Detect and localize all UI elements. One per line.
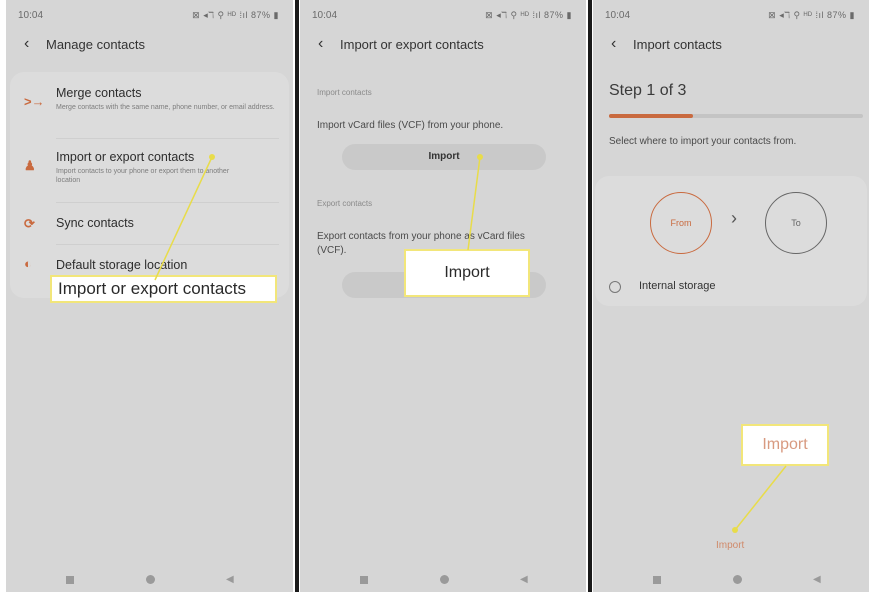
sync-icon: ⟳ [24,216,35,231]
to-label: To [791,218,801,228]
status-icons: ⊠ ◂ℸ ⚲ ᴴᴰ ⁞ıl 87% ▮ [485,10,572,20]
app-header: ‹ Import or export contacts [300,34,586,56]
status-bar: 10:04 ⊠ ◂ℸ ⚲ ᴴᴰ ⁞ıl 87% ▮ [300,9,586,23]
progress-track [609,114,863,118]
page-title: Import or export contacts [340,37,484,52]
import-section-label: Import contacts [317,88,372,97]
chevron-right-icon: › [731,208,737,228]
callout-import-bottom: Import [741,424,829,466]
instruction-text: Select where to import your contacts fro… [609,136,797,147]
merge-contacts-item[interactable]: >→ Merge contacts Merge contacts with th… [10,82,289,138]
status-time: 10:04 [18,10,44,21]
storage-icon: ◐ [24,256,32,271]
import-description: Import vCard files (VCF) from your phone… [317,120,504,131]
merge-contacts-title: Merge contacts [56,86,142,100]
battery-level: 87% [251,10,271,20]
person-transfer-icon: ♟ [24,158,36,173]
home-icon[interactable] [146,575,155,584]
import-button[interactable]: Import [342,144,546,170]
merge-contacts-subtitle: Merge contacts with the same name, phone… [56,104,275,111]
status-bar: 10:04 ⊠ ◂ℸ ⚲ ᴴᴰ ⁞ıl 87% ▮ [593,9,869,23]
divider [56,138,279,139]
status-icons: ⊠ ◂ℸ ⚲ ᴴᴰ ⁞ıl 87% ▮ [768,10,855,20]
from-circle: From [650,192,712,254]
back-arrow-icon[interactable]: ‹ [24,34,29,54]
status-icons: ⊠ ◂ℸ ⚲ ᴴᴰ ⁞ıl 87% ▮ [192,10,279,20]
import-export-contacts-item[interactable]: ♟ Import or export contacts Import conta… [10,146,289,204]
status-icon-glyphs: ⊠ ◂ℸ ⚲ ᴴᴰ ⁞ıl [485,10,542,20]
recent-apps-icon[interactable] [360,576,368,584]
back-arrow-icon[interactable]: ‹ [318,34,323,54]
callout-import: Import [404,249,530,297]
sync-contacts-title: Sync contacts [56,216,134,230]
import-export-title: Import or export contacts [56,150,195,164]
import-export-screen: 10:04 ⊠ ◂ℸ ⚲ ᴴᴰ ⁞ıl 87% ▮ ‹ Import or ex… [300,0,586,592]
page-title: Import contacts [633,37,722,52]
radio-button[interactable] [609,281,621,293]
from-label: From [670,218,692,228]
internal-storage-option[interactable]: Internal storage [609,280,829,296]
app-header: ‹ Import contacts [593,34,869,56]
callout-import-bottom-text: Import [762,436,808,453]
callout-import-export-text: Import or export contacts [58,279,247,298]
nav-bar: ◀ [300,574,586,586]
merge-icon: >→ [24,94,45,109]
divider [56,202,279,203]
back-nav-icon[interactable]: ◀ [520,574,528,586]
nav-bar: ◀ [6,574,293,586]
internal-storage-label: Internal storage [639,280,716,292]
panel-divider [588,0,592,592]
back-nav-icon[interactable]: ◀ [813,574,821,586]
recent-apps-icon[interactable] [66,576,74,584]
status-icon-glyphs: ⊠ ◂ℸ ⚲ ᴴᴰ ⁞ıl [192,10,249,20]
manage-contacts-screen: 10:04 ⊠ ◂ℸ ⚲ ᴴᴰ ⁞ıl 87% ▮ ‹ Manage conta… [6,0,293,592]
back-arrow-icon[interactable]: ‹ [611,34,616,54]
nav-bar: ◀ [593,574,869,586]
sync-contacts-item[interactable]: ⟳ Sync contacts [10,210,289,246]
divider [56,244,279,245]
back-nav-icon[interactable]: ◀ [226,574,234,586]
callout-import-export: Import or export contacts [50,275,277,303]
home-icon[interactable] [733,575,742,584]
import-contacts-screen: 10:04 ⊠ ◂ℸ ⚲ ᴴᴰ ⁞ıl 87% ▮ ‹ Import conta… [593,0,869,592]
import-export-subtitle: Import contacts to your phone or export … [56,168,230,184]
to-circle: To [765,192,827,254]
default-storage-title: Default storage location [56,258,188,272]
status-time: 10:04 [605,10,631,21]
app-header: ‹ Manage contacts [6,34,293,56]
step-indicator: Step 1 of 3 [609,82,687,99]
import-bottom-button[interactable]: Import [716,540,744,551]
panel-divider [295,0,299,592]
callout-import-text: Import [444,264,490,281]
page-title: Manage contacts [46,37,146,52]
source-card: From › To Internal storage [595,176,867,306]
recent-apps-icon[interactable] [653,576,661,584]
status-bar: 10:04 ⊠ ◂ℸ ⚲ ᴴᴰ ⁞ıl 87% ▮ [6,9,293,23]
import-button-label: Import [428,151,460,162]
home-icon[interactable] [440,575,449,584]
status-time: 10:04 [312,10,338,21]
export-section-label: Export contacts [317,199,373,208]
battery-level: 87% [544,10,564,20]
settings-card: >→ Merge contacts Merge contacts with th… [10,72,289,298]
battery-level: 87% [827,10,847,20]
status-icon-glyphs: ⊠ ◂ℸ ⚲ ᴴᴰ ⁞ıl [768,10,825,20]
progress-fill [609,114,693,118]
